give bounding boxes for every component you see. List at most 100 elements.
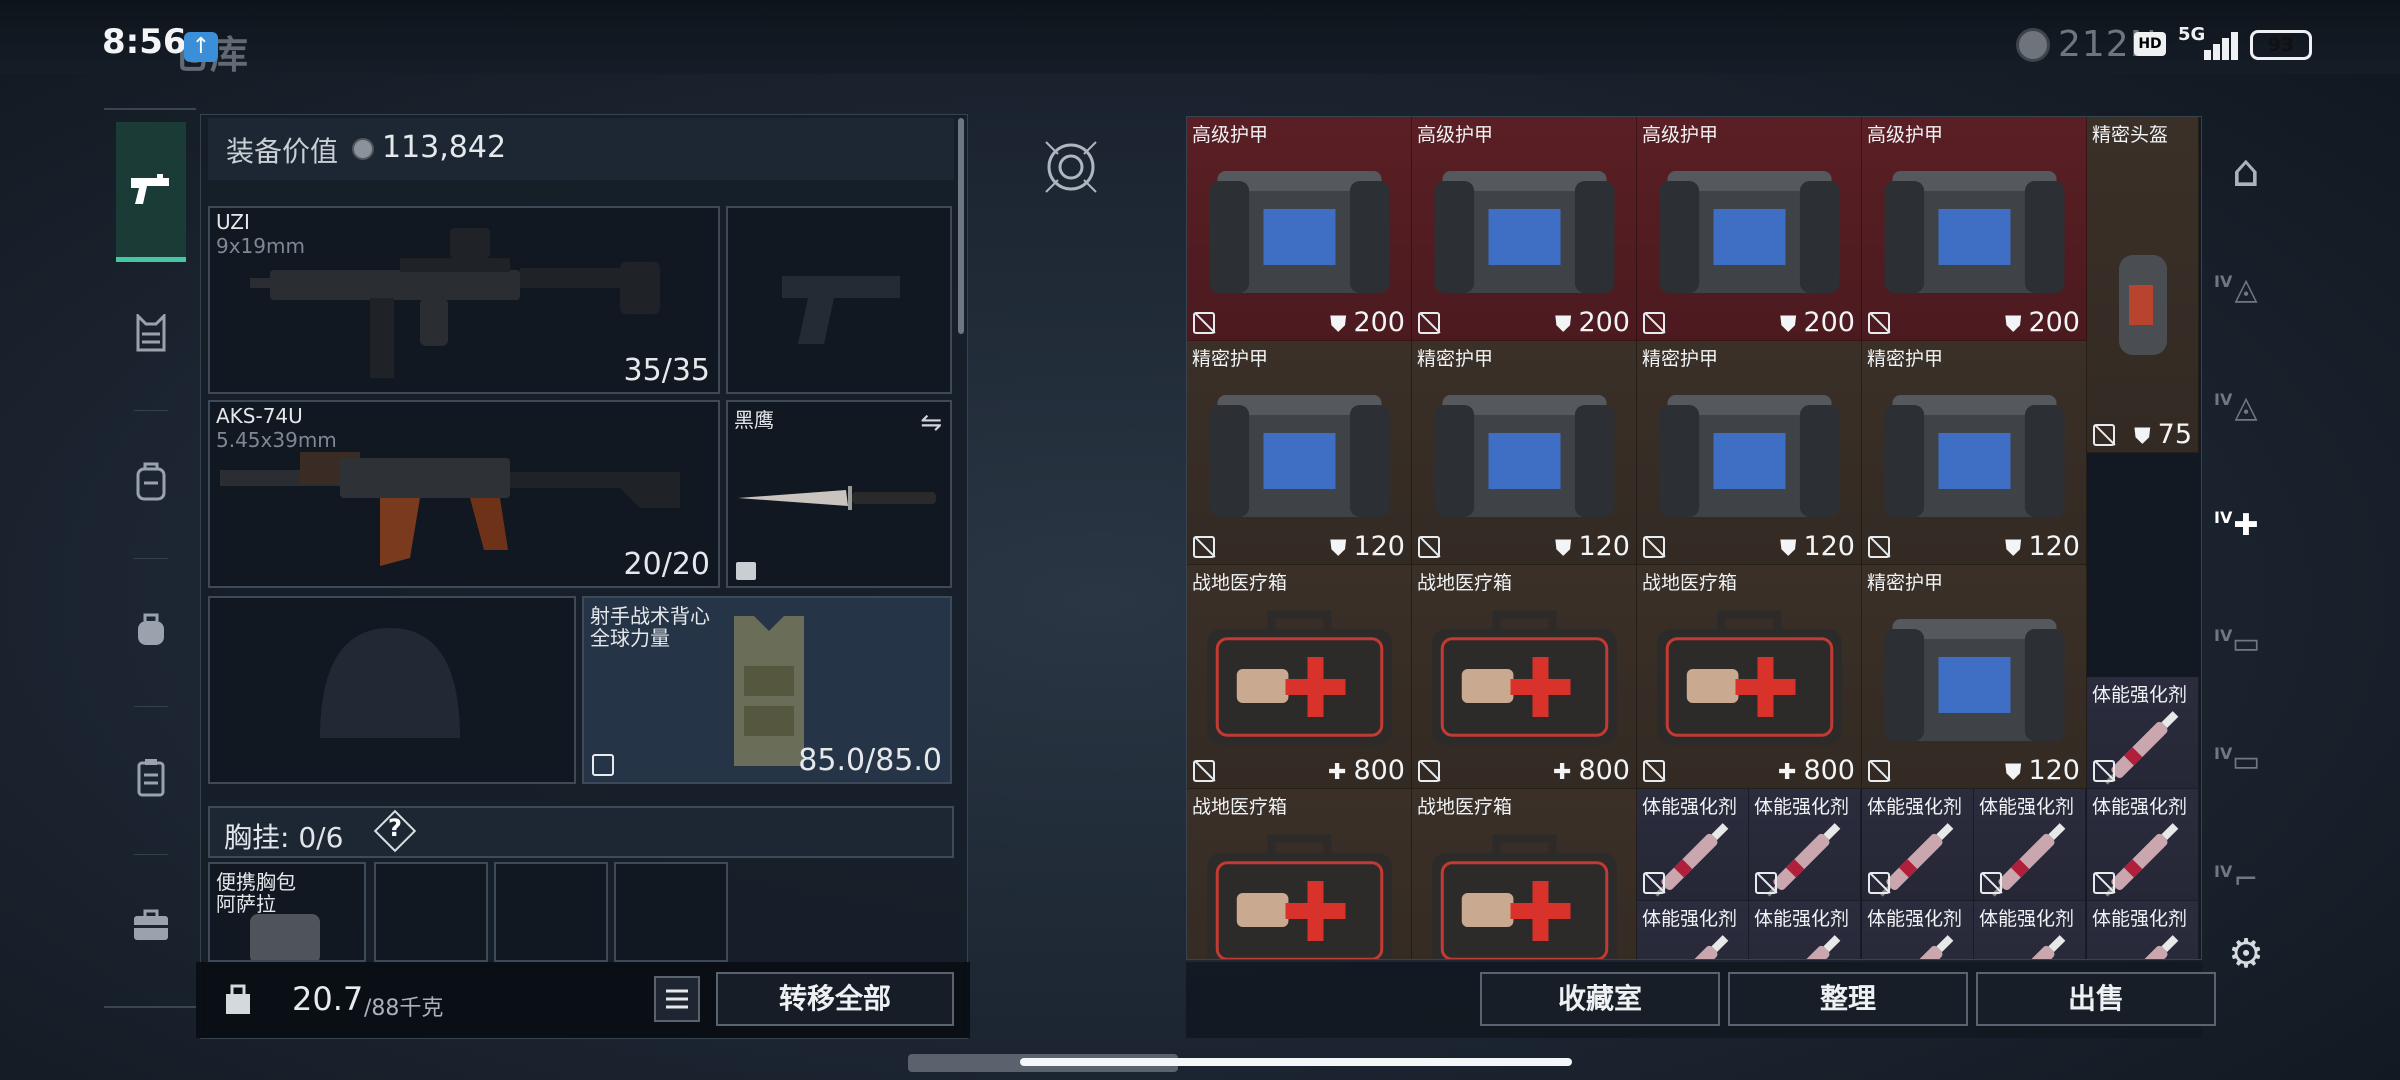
inventory-item[interactable]: 体能强化剂: [1862, 789, 1974, 901]
inventory-item[interactable]: 高级护甲 ⛊ 200: [1637, 117, 1862, 341]
list-view-button[interactable]: [654, 976, 700, 1022]
item-value: 120: [1578, 531, 1630, 562]
chest-rig-slot[interactable]: [494, 862, 608, 962]
item-name: 体能强化剂: [1867, 908, 1963, 930]
category-tools[interactable]: [116, 890, 186, 960]
gun-iv-filter-icon[interactable]: IV ⌐: [2214, 852, 2274, 908]
inventory-item[interactable]: 战地医疗箱: [1412, 789, 1637, 959]
organize-button[interactable]: 整理: [1728, 972, 1968, 1026]
item-stat: ⛊ 120: [2005, 531, 2080, 562]
transfer-all-button[interactable]: 转移全部: [716, 972, 954, 1026]
untradable-icon: [1980, 872, 2002, 894]
divider: [134, 410, 168, 411]
item-name: 体能强化剂: [1867, 796, 1963, 818]
chest-pouch-icon: [250, 914, 320, 960]
inventory-item[interactable]: 战地医疗箱 ✚ 800: [1637, 565, 1862, 789]
item-stat: ⛊ 200: [1555, 307, 1630, 338]
swap-icon[interactable]: ⇋: [920, 408, 942, 438]
inventory-item[interactable]: 精密护甲 ⛊ 120: [1862, 341, 2087, 565]
inventory-item[interactable]: 战地医疗箱 ✚ 800: [1412, 565, 1637, 789]
ammo-iv-filter-icon[interactable]: IV ▭: [2214, 616, 2274, 672]
sell-button[interactable]: 出售: [1976, 972, 2216, 1026]
chest-rig-slot[interactable]: [614, 862, 728, 962]
inventory-item[interactable]: 精密护甲 ⛊ 120: [1637, 341, 1862, 565]
item-value: 120: [2028, 755, 2080, 786]
item-stat: ✚ 800: [1553, 755, 1630, 786]
inventory-item[interactable]: 战地医疗箱: [1187, 789, 1412, 959]
inventory-item[interactable]: 高级护甲 ⛊ 200: [1862, 117, 2087, 341]
inventory-item[interactable]: 高级护甲 ⛊ 200: [1412, 117, 1637, 341]
item-value: 120: [2028, 531, 2080, 562]
currency-icon: [2016, 28, 2050, 62]
item-name: 体能强化剂: [1642, 796, 1738, 818]
chest-rig-count: 0/6: [298, 821, 344, 854]
inventory-item[interactable]: 体能强化剂: [1974, 901, 2086, 959]
inventory-item[interactable]: 体能强化剂: [2087, 789, 2199, 901]
primary-weapon-slot[interactable]: UZI 9x19mm 35/35: [208, 206, 720, 394]
inventory-item[interactable]: 精密头盔 ⛊ 75: [2087, 117, 2199, 453]
item-stat: ⛊ 200: [1780, 307, 1855, 338]
help-glyph: ?: [388, 814, 402, 842]
inventory-item[interactable]: 精密护甲 ⛊ 120: [1412, 341, 1637, 565]
tier-label: IV: [2214, 744, 2233, 763]
category-weapons[interactable]: [116, 122, 186, 262]
untradable-icon: [1193, 760, 1215, 782]
inventory-item[interactable]: 体能强化剂: [1974, 789, 2086, 901]
inventory-item[interactable]: 战地医疗箱 ✚ 800: [1187, 565, 1412, 789]
melee-name: 黑鹰: [734, 408, 774, 432]
weight-icon: [226, 984, 250, 1014]
inventory-item[interactable]: 体能强化剂: [1749, 901, 1861, 959]
untradable-icon: [1868, 536, 1890, 558]
tier-label: IV: [2214, 862, 2233, 881]
melee-slot[interactable]: 黑鹰 ⇋: [726, 400, 952, 588]
chest-rig-slot[interactable]: [374, 862, 488, 962]
item-name: 战地医疗箱: [1642, 572, 1738, 594]
armor-iv-filter-icon[interactable]: IV ◬: [2214, 380, 2274, 436]
inventory-item[interactable]: 体能强化剂: [1637, 789, 1749, 901]
gear-icon[interactable]: ⚙: [2218, 926, 2274, 982]
item-stat: ⛊ 120: [1330, 531, 1405, 562]
secondary-weapon-slot[interactable]: AKS-74U 5.45x39mm 20/20: [208, 400, 720, 588]
inventory-item[interactable]: 精密护甲 ⛊ 120: [1187, 341, 1412, 565]
armor-slot[interactable]: 射手战术背心 全球力量 85.0/85.0: [582, 596, 952, 784]
category-chest-rig[interactable]: [116, 298, 186, 368]
inventory-item[interactable]: 体能强化剂: [1862, 901, 1974, 959]
equipment-scrollbar[interactable]: [958, 118, 964, 334]
item-stat: ⛊ 120: [1555, 531, 1630, 562]
shield-icon: ⛊: [1779, 536, 1804, 561]
armor-iv-filter-icon[interactable]: IV ◬: [2214, 262, 2274, 318]
item-stat: ✚ 800: [1778, 755, 1855, 786]
weapon-name: UZI: [216, 210, 250, 234]
inventory-item[interactable]: 高级护甲 ⛊ 200: [1187, 117, 1412, 341]
filter-glyph: ✚: [2233, 508, 2259, 543]
inventory-item[interactable]: 体能强化剂: [2087, 901, 2199, 959]
medkit-iv-filter-icon[interactable]: IV ✚: [2214, 498, 2274, 554]
inventory-item[interactable]: 体能强化剂: [1637, 901, 1749, 959]
inventory-item[interactable]: 精密护甲 ⛊ 120: [1862, 565, 2087, 789]
untradable-icon: [1868, 312, 1890, 334]
helmet-slot[interactable]: [208, 596, 576, 784]
inventory-item[interactable]: 体能强化剂: [2087, 677, 2199, 789]
currency-icon: [352, 138, 374, 160]
pouch-slot[interactable]: 便携胸包 阿萨拉: [208, 862, 366, 962]
inventory-item[interactable]: 体能强化剂: [1749, 789, 1861, 901]
crosshair-icon[interactable]: [1042, 138, 1100, 196]
equipment-value-label: 装备价值: [226, 135, 339, 168]
clock: 8:56: [102, 22, 187, 62]
category-bag[interactable]: [116, 594, 186, 664]
sidearm-slot[interactable]: [726, 206, 952, 394]
untradable-icon: [1755, 872, 1777, 894]
item-value: 120: [1803, 531, 1855, 562]
item-stat: ⛊ 120: [1780, 531, 1855, 562]
helmet-filter-icon[interactable]: ⌂: [2218, 144, 2274, 200]
item-name: 精密头盔: [2092, 124, 2169, 146]
item-name: 战地医疗箱: [1417, 796, 1513, 818]
category-medical[interactable]: [116, 742, 186, 812]
category-backpack[interactable]: [116, 446, 186, 516]
collection-button[interactable]: 收藏室: [1480, 972, 1720, 1026]
item-name: 精密护甲: [1867, 572, 1944, 594]
untradable-icon: [1643, 760, 1665, 782]
ammo-iv-filter-icon[interactable]: IV ▭: [2214, 734, 2274, 790]
medkit-icon: [137, 759, 165, 797]
home-indicator[interactable]: [1020, 1058, 1572, 1066]
